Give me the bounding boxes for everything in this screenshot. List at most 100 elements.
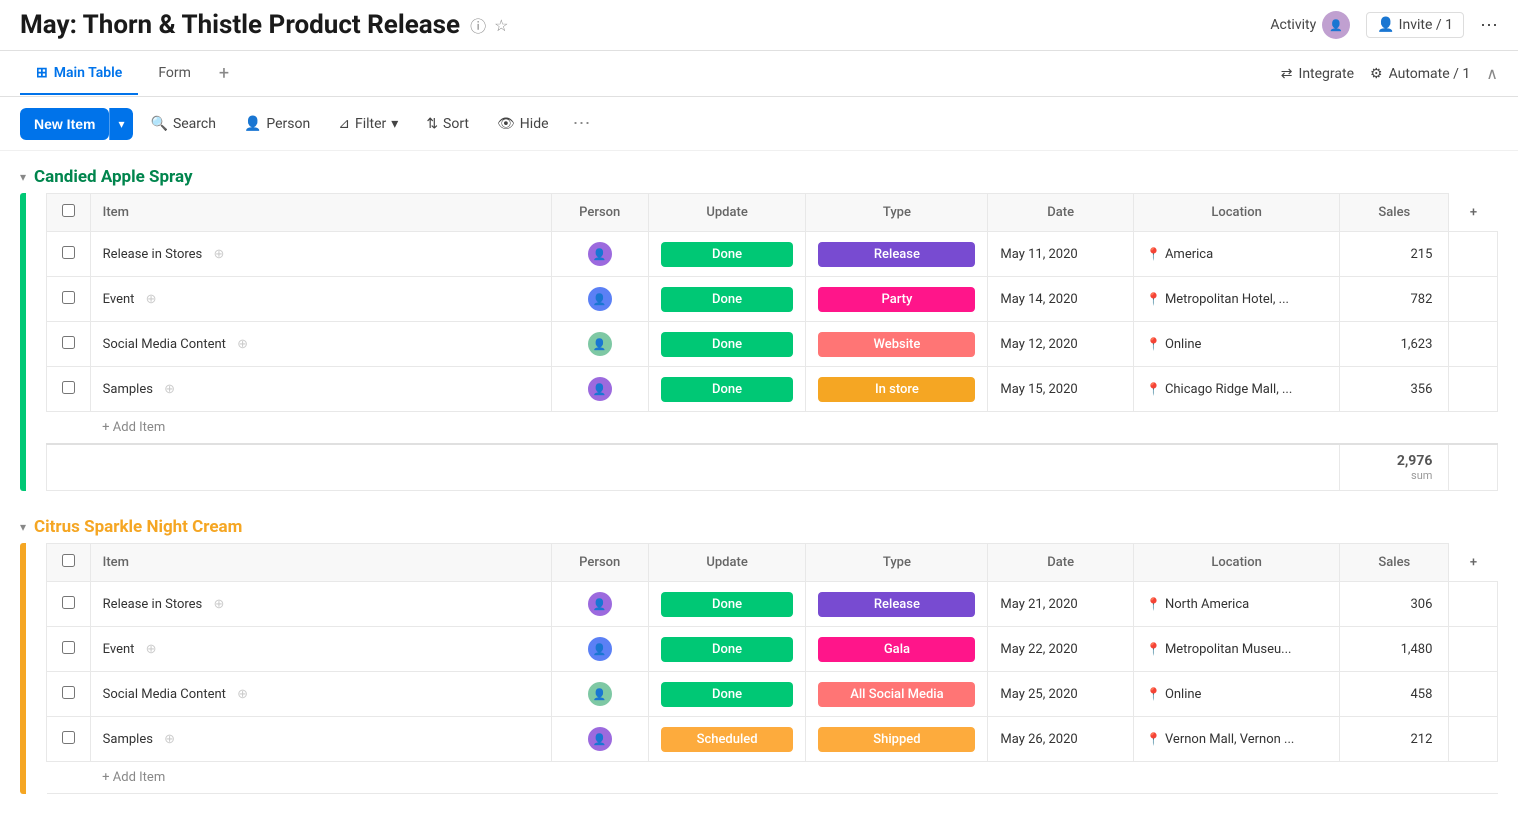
sales-cell[interactable]: 356 (1340, 367, 1449, 412)
sales-cell[interactable]: 212 (1340, 717, 1449, 762)
item-name[interactable]: Event ⊕ (90, 627, 551, 672)
invite-button[interactable]: 👤 Invite / 1 (1366, 12, 1464, 38)
sales-cell[interactable]: 458 (1340, 672, 1449, 717)
activity-button[interactable]: Activity 👤 (1270, 11, 1350, 39)
add-subitem-icon[interactable]: ⊕ (146, 292, 157, 307)
add-subitem-icon[interactable]: ⊕ (237, 687, 248, 702)
item-name[interactable]: Samples ⊕ (90, 717, 551, 762)
update-cell[interactable]: Done (648, 367, 806, 412)
type-cell[interactable]: Website (806, 322, 988, 367)
sales-cell[interactable]: 1,623 (1340, 322, 1449, 367)
sales-cell[interactable]: 215 (1340, 232, 1449, 277)
update-cell[interactable]: Done (648, 277, 806, 322)
add-item-label-2[interactable]: + Add Item (90, 762, 1449, 794)
activity-label: Activity (1270, 17, 1316, 33)
person-button[interactable]: 👤 Person (234, 110, 320, 138)
add-subitem-icon[interactable]: ⊕ (237, 337, 248, 352)
select-all-checkbox-2[interactable] (62, 554, 75, 567)
update-cell[interactable]: Scheduled (648, 717, 806, 762)
update-cell[interactable]: Done (648, 232, 806, 277)
type-cell[interactable]: All Social Media (806, 672, 988, 717)
location-cell[interactable]: 📍Online (1133, 672, 1339, 717)
item-name[interactable]: Release in Stores ⊕ (90, 232, 551, 277)
add-col-header-1[interactable]: + (1449, 194, 1498, 232)
location-cell[interactable]: 📍Vernon Mall, Vernon ... (1133, 717, 1339, 762)
filter-button[interactable]: ⊿ Filter ▾ (328, 110, 408, 138)
row-checkbox[interactable] (47, 672, 91, 717)
sales-col-header-2: Sales (1340, 544, 1449, 582)
new-item-dropdown-button[interactable]: ▾ (109, 108, 132, 140)
row-checkbox[interactable] (47, 627, 91, 672)
location-cell[interactable]: 📍Metropolitan Museu... (1133, 627, 1339, 672)
item-name[interactable]: Release in Stores ⊕ (90, 582, 551, 627)
add-item-row-2[interactable]: + Add Item (47, 762, 1498, 794)
sales-cell[interactable]: 1,480 (1340, 627, 1449, 672)
type-cell[interactable]: In store (806, 367, 988, 412)
date-cell[interactable]: May 22, 2020 (988, 627, 1134, 672)
add-item-label-1[interactable]: + Add Item (90, 412, 1449, 445)
add-subitem-icon[interactable]: ⊕ (164, 732, 175, 747)
date-cell[interactable]: May 25, 2020 (988, 672, 1134, 717)
sales-cell[interactable]: 782 (1340, 277, 1449, 322)
table-row: Release in Stores ⊕ 👤 Done Release May 1… (47, 232, 1498, 277)
pin-icon: 📍 (1146, 337, 1161, 351)
item-name[interactable]: Samples ⊕ (90, 367, 551, 412)
location-cell[interactable]: 📍Metropolitan Hotel, ... (1133, 277, 1339, 322)
add-subitem-icon[interactable]: ⊕ (164, 382, 175, 397)
hide-button[interactable]: 👁 Hide (487, 110, 559, 138)
info-icon[interactable]: ⓘ (470, 13, 486, 37)
location-cell[interactable]: 📍Online (1133, 322, 1339, 367)
group2-header[interactable]: ▾ Citrus Sparkle Night Cream (0, 511, 1518, 543)
integrate-icon: ⇄ (1281, 66, 1293, 82)
row-checkbox[interactable] (47, 582, 91, 627)
type-cell[interactable]: Release (806, 232, 988, 277)
person-cell: 👤 (551, 582, 648, 627)
sales-cell[interactable]: 306 (1340, 582, 1449, 627)
collapse-button[interactable]: ∧ (1486, 64, 1498, 83)
automate-icon: ⚙ (1370, 66, 1383, 82)
type-cell[interactable]: Gala (806, 627, 988, 672)
item-name[interactable]: Social Media Content ⊕ (90, 322, 551, 367)
add-subitem-icon[interactable]: ⊕ (146, 642, 157, 657)
location-cell[interactable]: 📍America (1133, 232, 1339, 277)
date-cell[interactable]: May 26, 2020 (988, 717, 1134, 762)
row-checkbox[interactable] (47, 232, 91, 277)
item-name[interactable]: Social Media Content ⊕ (90, 672, 551, 717)
item-name[interactable]: Event ⊕ (90, 277, 551, 322)
location-cell[interactable]: 📍Chicago Ridge Mall, ... (1133, 367, 1339, 412)
location-cell[interactable]: 📍North America (1133, 582, 1339, 627)
row-checkbox[interactable] (47, 322, 91, 367)
add-subitem-icon[interactable]: ⊕ (213, 597, 224, 612)
update-cell[interactable]: Done (648, 627, 806, 672)
star-icon[interactable]: ☆ (494, 16, 508, 35)
update-cell[interactable]: Done (648, 672, 806, 717)
row-checkbox[interactable] (47, 277, 91, 322)
more-options-button[interactable]: ⋯ (1480, 15, 1498, 36)
group1-header[interactable]: ▾ Candied Apple Spray (0, 161, 1518, 193)
add-col-header-2[interactable]: + (1449, 544, 1498, 582)
date-cell[interactable]: May 15, 2020 (988, 367, 1134, 412)
add-item-row-1[interactable]: + Add Item (47, 412, 1498, 445)
row-checkbox[interactable] (47, 717, 91, 762)
date-cell[interactable]: May 12, 2020 (988, 322, 1134, 367)
date-cell[interactable]: May 14, 2020 (988, 277, 1134, 322)
type-cell[interactable]: Party (806, 277, 988, 322)
more-toolbar-button[interactable]: ⋯ (567, 107, 597, 140)
type-cell[interactable]: Shipped (806, 717, 988, 762)
date-cell[interactable]: May 21, 2020 (988, 582, 1134, 627)
update-cell[interactable]: Done (648, 322, 806, 367)
integrate-button[interactable]: ⇄ Integrate (1281, 66, 1354, 82)
new-item-button[interactable]: New Item (20, 108, 109, 140)
update-cell[interactable]: Done (648, 582, 806, 627)
type-cell[interactable]: Release (806, 582, 988, 627)
search-button[interactable]: 🔍 Search (141, 110, 226, 138)
automate-button[interactable]: ⚙ Automate / 1 (1370, 66, 1470, 82)
date-cell[interactable]: May 11, 2020 (988, 232, 1134, 277)
tab-main-table[interactable]: ⊞ Main Table (20, 53, 138, 95)
select-all-checkbox-1[interactable] (62, 204, 75, 217)
row-checkbox[interactable] (47, 367, 91, 412)
sort-button[interactable]: ⇅ Sort (416, 110, 479, 138)
add-subitem-icon[interactable]: ⊕ (213, 247, 224, 262)
tab-form[interactable]: Form (142, 53, 207, 95)
add-tab-button[interactable]: + (211, 51, 237, 96)
